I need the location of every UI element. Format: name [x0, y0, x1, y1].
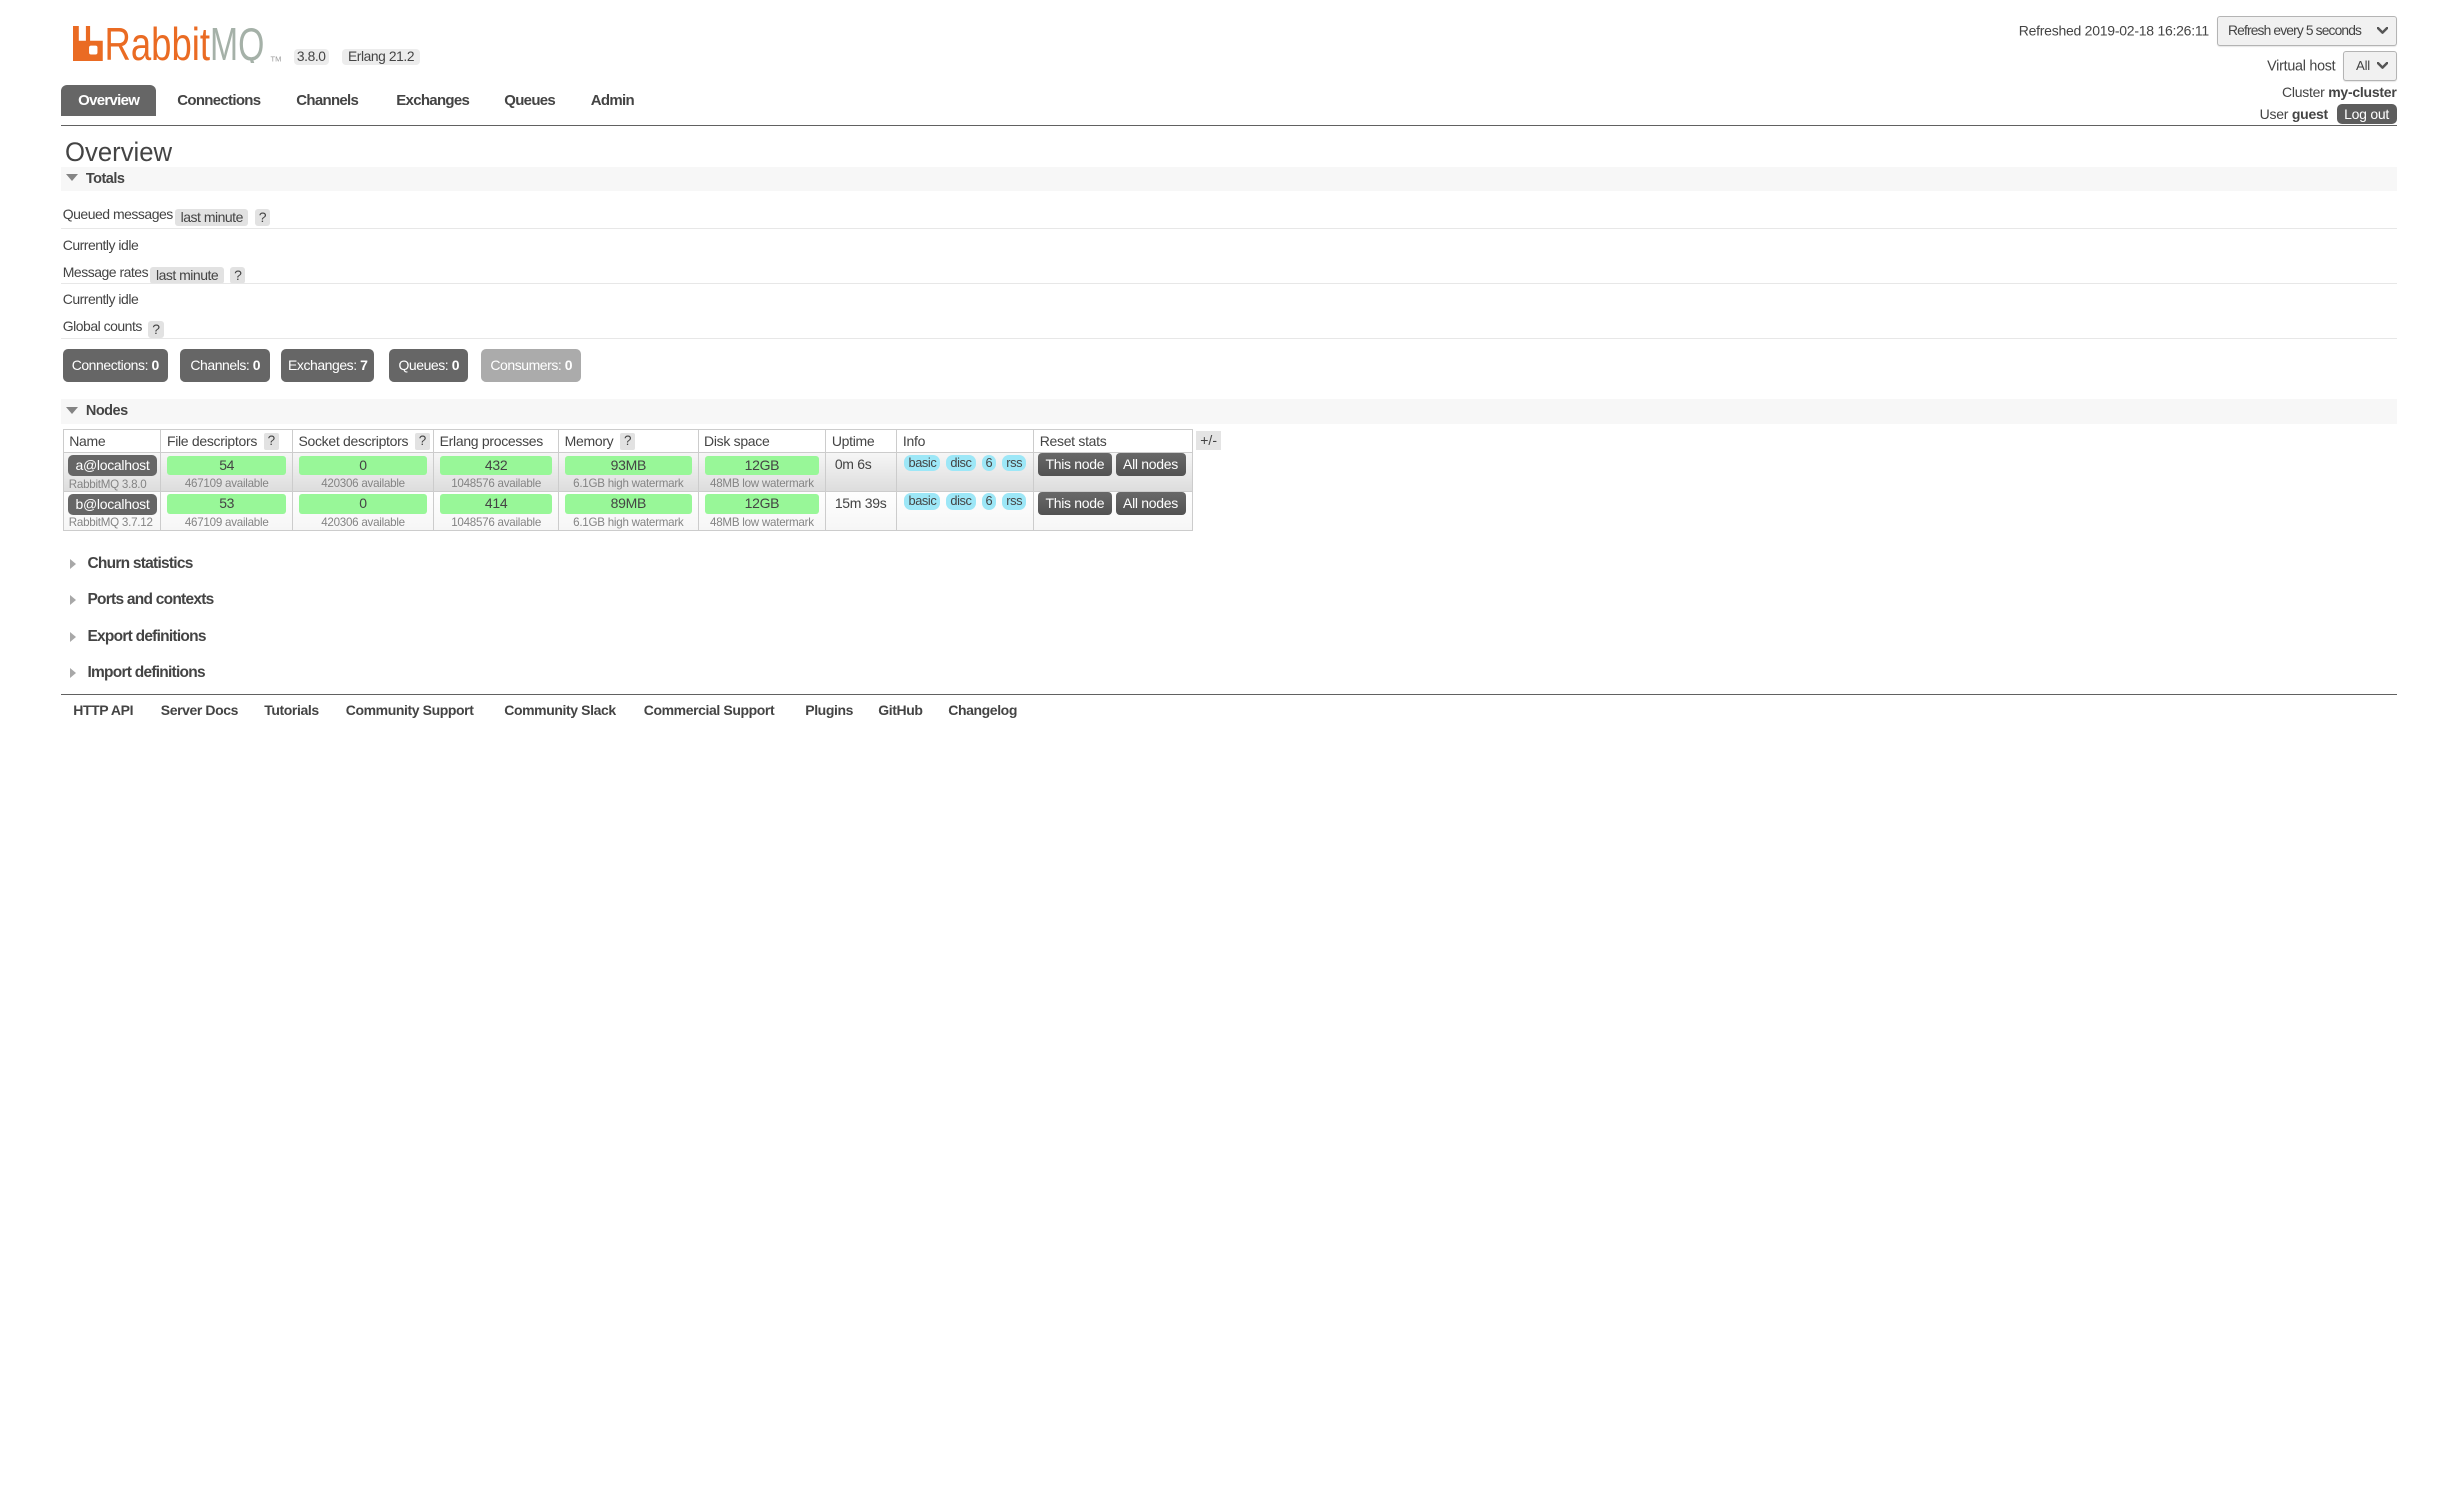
svg-text:TM: TM — [271, 55, 282, 64]
svg-text:Rabbit: Rabbit — [105, 26, 211, 63]
svg-text:MQ: MQ — [210, 26, 264, 63]
